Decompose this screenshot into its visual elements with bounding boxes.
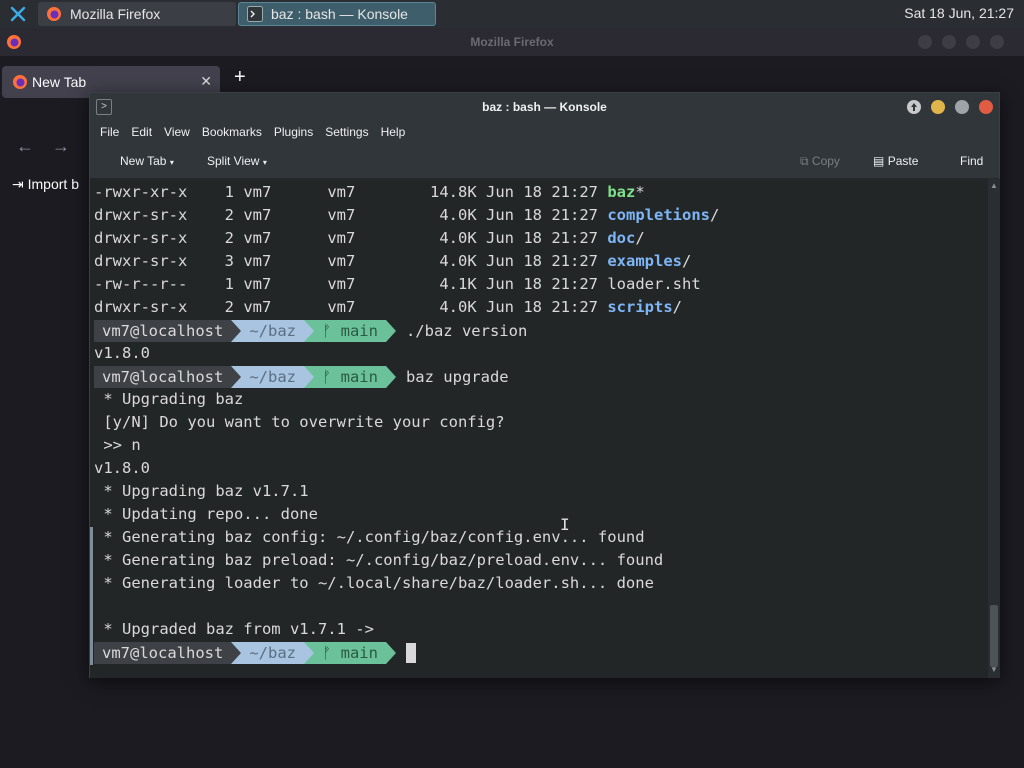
new-tab-button[interactable]: New Tab ▾ xyxy=(120,154,174,168)
toolbar: New Tab ▾ Split View ▾ ⧉ Copy ▤ Paste Fi… xyxy=(90,143,999,179)
command-text: ./baz version xyxy=(405,322,528,340)
close-button[interactable] xyxy=(990,35,1004,49)
output-line: [y/N] Do you want to overwrite your conf… xyxy=(94,413,505,431)
dropdown-arrow-icon: ▾ xyxy=(262,158,267,167)
import-icon: ⇥ xyxy=(12,176,24,192)
taskbar-item-label: Mozilla Firefox xyxy=(70,6,161,22)
top-panel: Mozilla Firefox baz : bash — Konsole Sat… xyxy=(0,0,1024,28)
forward-arrow-icon[interactable]: → xyxy=(52,136,70,157)
close-button[interactable] xyxy=(979,100,993,114)
app-launcher-icon[interactable] xyxy=(0,0,36,28)
output-line: * Upgrading baz xyxy=(94,390,244,408)
back-arrow-icon[interactable]: ← xyxy=(16,136,34,157)
output-line: >> n xyxy=(94,436,141,454)
clock[interactable]: Sat 18 Jun, 21:27 xyxy=(904,5,1014,21)
tab-label: New Tab xyxy=(32,74,87,90)
taskbar-item-label: baz : bash — Konsole xyxy=(271,6,408,22)
output-line: v1.8.0 xyxy=(94,459,150,477)
scroll-down-icon[interactable]: ▼ xyxy=(990,665,998,674)
firefox-titlebar[interactable]: Mozilla Firefox xyxy=(0,28,1024,56)
firefox-icon xyxy=(46,6,62,22)
prompt-git-branch: ᚠ main xyxy=(314,320,386,342)
find-label: Find xyxy=(960,154,984,168)
find-button[interactable]: Find xyxy=(960,154,983,168)
scrollbar[interactable]: ▲ ▼ xyxy=(988,179,1000,678)
menu-edit[interactable]: Edit xyxy=(125,125,158,139)
ls-row: drwxr-sr-x 2 vm7 vm7 4.0K Jun 18 21:27 c… xyxy=(94,206,720,224)
menu-plugins[interactable]: Plugins xyxy=(268,125,319,139)
window-title: baz : bash — Konsole xyxy=(482,100,607,114)
shell-prompt: vm7@localhost ~/baz ᚠ main xyxy=(94,642,416,664)
new-tab-button[interactable]: + xyxy=(234,66,246,89)
import-bookmarks-button[interactable]: ⇥ Import b xyxy=(12,176,79,193)
shell-prompt: vm7@localhost ~/baz ᚠ main ./baz version xyxy=(94,320,527,342)
command-text: baz upgrade xyxy=(405,368,509,386)
firefox-icon xyxy=(12,74,28,93)
konsole-titlebar[interactable]: > baz : bash — Konsole xyxy=(90,93,999,121)
import-label: Import b xyxy=(27,176,79,192)
terminal-area[interactable]: -rwxr-xr-x 1 vm7 vm7 14.8K Jun 18 21:27 … xyxy=(90,179,988,678)
terminal-margin-marker xyxy=(90,527,93,665)
terminal-icon xyxy=(247,6,263,22)
prompt-path: ~/baz xyxy=(241,320,304,342)
output-line: * Upgraded baz from v1.7.1 -> xyxy=(94,620,374,638)
menu-bookmarks[interactable]: Bookmarks xyxy=(196,125,268,139)
ls-row: drwxr-sr-x 3 vm7 vm7 4.0K Jun 18 21:27 e… xyxy=(94,252,692,270)
new-tab-label: New Tab xyxy=(120,154,167,168)
output-line: * Generating loader to ~/.local/share/ba… xyxy=(94,574,654,592)
prompt-git-branch: ᚠ main xyxy=(314,366,386,388)
menu-settings[interactable]: Settings xyxy=(319,125,374,139)
copy-icon: ⧉ xyxy=(800,154,809,168)
prompt-git-branch: ᚠ main xyxy=(314,642,386,664)
keep-above-button[interactable] xyxy=(907,100,921,114)
paste-label: Paste xyxy=(887,154,919,168)
text-cursor xyxy=(405,643,416,663)
menu-bar: File Edit View Bookmarks Plugins Setting… xyxy=(90,121,999,143)
ls-row: -rw-r--r-- 1 vm7 vm7 4.1K Jun 18 21:27 l… xyxy=(94,275,701,293)
taskbar-item-konsole[interactable]: baz : bash — Konsole xyxy=(238,2,436,26)
maximize-button[interactable] xyxy=(955,100,969,114)
scrollbar-thumb[interactable] xyxy=(990,605,998,667)
ls-row: drwxr-sr-x 2 vm7 vm7 4.0K Jun 18 21:27 d… xyxy=(94,229,645,247)
prompt-user: vm7@localhost xyxy=(94,320,232,342)
ls-row: drwxr-sr-x 2 vm7 vm7 4.0K Jun 18 21:27 s… xyxy=(94,298,683,316)
menu-file[interactable]: File xyxy=(94,125,125,139)
output-line: v1.8.0 xyxy=(94,344,150,362)
scroll-up-icon[interactable]: ▲ xyxy=(990,181,998,190)
prompt-path: ~/baz xyxy=(241,642,304,664)
ibeam-cursor-icon: I xyxy=(560,515,570,534)
split-view-button[interactable]: Split View ▾ xyxy=(207,154,267,168)
prompt-user: vm7@localhost xyxy=(94,642,232,664)
window-title: Mozilla Firefox xyxy=(470,35,554,49)
output-line: * Upgrading baz v1.7.1 xyxy=(94,482,309,500)
maximize-button[interactable] xyxy=(942,35,956,49)
output-line: * Generating baz preload: ~/.config/baz/… xyxy=(94,551,664,569)
shell-prompt: vm7@localhost ~/baz ᚠ main baz upgrade xyxy=(94,366,509,388)
copy-label: Copy xyxy=(811,154,840,168)
close-icon[interactable]: ✕ xyxy=(200,73,212,90)
output-line: * Updating repo... done xyxy=(94,505,318,523)
prompt-user: vm7@localhost xyxy=(94,366,232,388)
paste-button[interactable]: ▤ Paste xyxy=(873,154,918,168)
konsole-window: > baz : bash — Konsole File Edit View Bo… xyxy=(89,92,1000,678)
paste-icon: ▤ xyxy=(873,154,885,168)
taskbar-item-firefox[interactable]: Mozilla Firefox xyxy=(38,2,236,26)
ls-row: -rwxr-xr-x 1 vm7 vm7 14.8K Jun 18 21:27 … xyxy=(94,183,645,201)
minimize-button[interactable] xyxy=(918,35,932,49)
prompt-path: ~/baz xyxy=(241,366,304,388)
split-view-label: Split View xyxy=(207,154,260,168)
menu-view[interactable]: View xyxy=(158,125,196,139)
minimize-button[interactable] xyxy=(931,100,945,114)
copy-button[interactable]: ⧉ Copy xyxy=(800,154,840,169)
restore-button[interactable] xyxy=(966,35,980,49)
menu-help[interactable]: Help xyxy=(375,125,412,139)
dropdown-arrow-icon: ▾ xyxy=(169,158,174,167)
